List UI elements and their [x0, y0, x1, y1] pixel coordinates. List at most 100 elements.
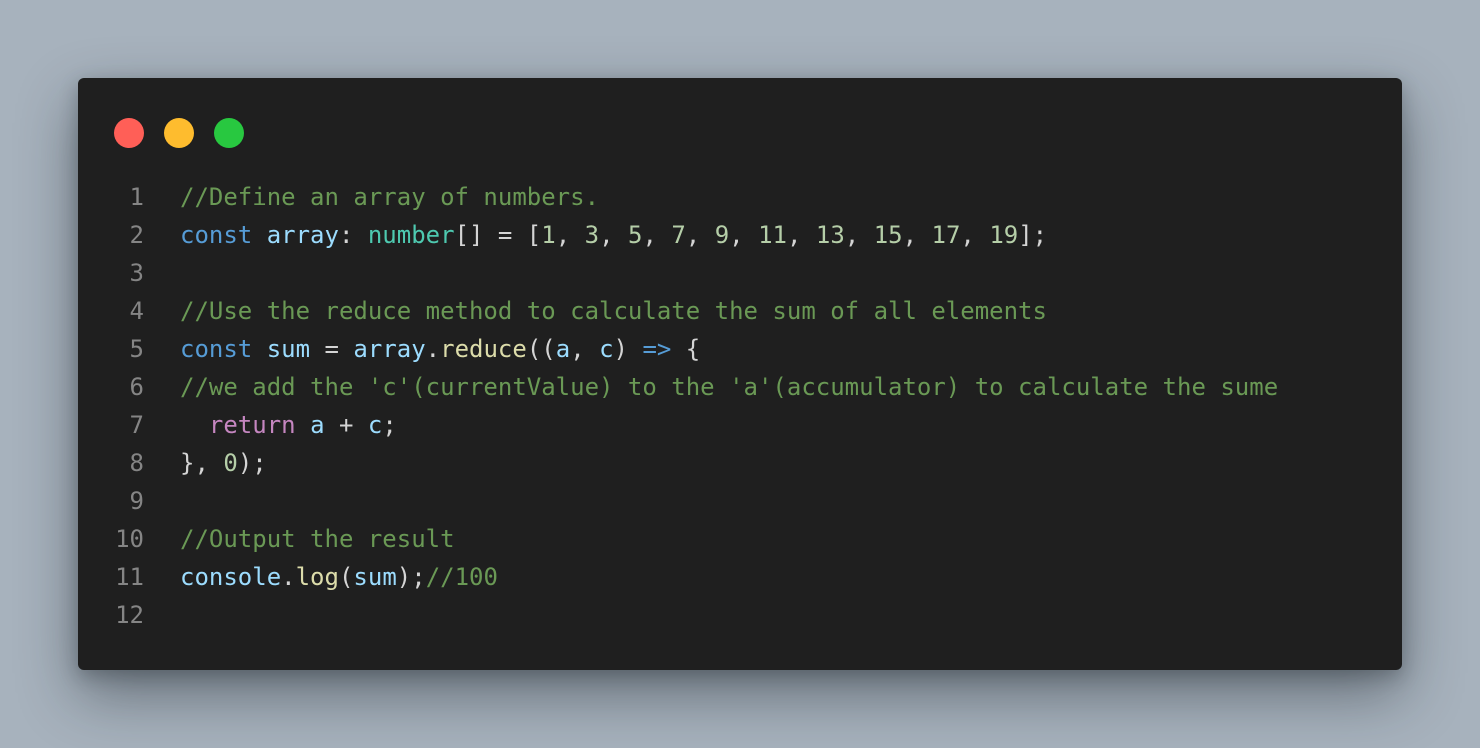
- code-token: .: [425, 335, 441, 363]
- code-token: },: [180, 449, 224, 477]
- code-token: a: [555, 335, 571, 363]
- code-token: +: [324, 411, 368, 439]
- code-token: ,: [642, 221, 672, 249]
- code-token: ((: [526, 335, 556, 363]
- code-token: sum: [353, 563, 397, 591]
- code-token: //Output the result: [180, 525, 455, 553]
- line-number: 3: [129, 259, 144, 287]
- code-token: 5: [627, 221, 643, 249]
- code-token: ,: [599, 221, 628, 249]
- line-number: 6: [129, 373, 144, 401]
- code-line: 2 const array: number[] = [1, 3, 5, 7, 9,…: [78, 216, 1402, 254]
- line-number: 12: [115, 601, 144, 629]
- code-token: sum: [266, 335, 311, 363]
- code-token: const: [180, 221, 253, 249]
- line-number: 2: [129, 221, 144, 249]
- code-token: 3: [584, 221, 600, 249]
- line-content: }, 0);: [180, 444, 267, 482]
- code-line: 10 //Output the result: [78, 520, 1402, 558]
- line-number: 10: [115, 525, 144, 553]
- code-token: 7: [671, 221, 686, 249]
- code-token: //100: [425, 563, 498, 591]
- code-token: number: [367, 221, 455, 249]
- code-token: log: [295, 563, 339, 591]
- code-line: 3: [78, 254, 1402, 292]
- line-content: //we add the 'c'(currentValue) to the 'a…: [180, 368, 1278, 406]
- code-token: ];: [1018, 221, 1048, 249]
- line-content: //Define an array of numbers.: [180, 178, 599, 216]
- line-content: return a + c;: [180, 406, 397, 444]
- code-token: array: [353, 335, 426, 363]
- code-line: 6 //we add the 'c'(currentValue) to the '…: [78, 368, 1402, 406]
- line-number: 5: [129, 335, 144, 363]
- code-token: const: [180, 335, 253, 363]
- code-token: 11: [758, 221, 787, 249]
- code-token: ,: [570, 335, 600, 363]
- close-button[interactable]: [114, 118, 144, 148]
- code-line: 4 //Use the reduce method to calculate th…: [78, 292, 1402, 330]
- line-content: const array: number[] = [1, 3, 5, 7, 9, …: [180, 216, 1047, 254]
- code-token: a: [310, 411, 325, 439]
- line-content: //Output the result: [180, 520, 455, 558]
- code-token: ,: [844, 221, 874, 249]
- code-token: 17: [931, 221, 961, 249]
- line-number: 1: [129, 183, 144, 211]
- code-token: =: [310, 335, 354, 363]
- line-number: 8: [129, 449, 144, 477]
- code-token: 0: [223, 449, 238, 477]
- code-token: );: [396, 563, 426, 591]
- code-token: 15: [873, 221, 903, 249]
- window-controls: [114, 118, 244, 148]
- code-token: 13: [815, 221, 845, 249]
- code-token: ,: [555, 221, 585, 249]
- line-content: const sum = array.reduce((a, c) => {: [180, 330, 700, 368]
- code-token: ,: [960, 221, 990, 249]
- line-content: //Use the reduce method to calculate the…: [180, 292, 1047, 330]
- code-token: 9: [714, 221, 730, 249]
- code-token: array: [266, 221, 339, 249]
- code-line: 5 const sum = array.reduce((a, c) => {: [78, 330, 1402, 368]
- line-number: 9: [129, 487, 144, 515]
- code-token: {: [671, 335, 701, 363]
- line-content: console.log(sum);//100: [180, 558, 498, 596]
- code-line: 8}, 0);: [78, 444, 1402, 482]
- code-token: 19: [989, 221, 1019, 249]
- maximize-button[interactable]: [214, 118, 244, 148]
- code-token: //Use the reduce method to calculate the…: [180, 297, 1047, 325]
- code-token: 1: [541, 221, 556, 249]
- code-line: 9: [78, 482, 1402, 520]
- code-token: :: [338, 221, 368, 249]
- code-token: ): [613, 335, 643, 363]
- line-number: 4: [129, 297, 144, 325]
- code-line: 11 console.log(sum);//100: [78, 558, 1402, 596]
- line-number: 11: [115, 563, 144, 591]
- minimize-button[interactable]: [164, 118, 194, 148]
- code-token: .: [281, 563, 296, 591]
- code-token: [] = [: [454, 221, 542, 249]
- code-line: 12: [78, 596, 1402, 634]
- code-token: //we add the 'c'(currentValue) to the 'a…: [180, 373, 1279, 401]
- code-token: (: [338, 563, 354, 591]
- line-number: 7: [129, 411, 144, 439]
- code-token: );: [237, 449, 267, 477]
- code-window: 1 //Define an array of numbers. 2 const arr…: [78, 78, 1402, 670]
- code-token: reduce: [440, 335, 527, 363]
- code-token: ;: [382, 411, 397, 439]
- code-token: ,: [902, 221, 932, 249]
- code-token: //Define an array of numbers.: [180, 183, 600, 211]
- code-line: 1 //Define an array of numbers.: [78, 178, 1402, 216]
- code-token: ,: [786, 221, 816, 249]
- code-line: 7 return a + c;: [78, 406, 1402, 444]
- code-token: ,: [685, 221, 715, 249]
- code-token: =>: [642, 335, 672, 363]
- code-token: console: [180, 563, 282, 591]
- code-token: c: [599, 335, 614, 363]
- code-token: c: [367, 411, 383, 439]
- code-token: ,: [729, 221, 759, 249]
- code-token: return: [208, 411, 296, 439]
- code-editor[interactable]: 1 //Define an array of numbers. 2 const arr…: [78, 178, 1402, 634]
